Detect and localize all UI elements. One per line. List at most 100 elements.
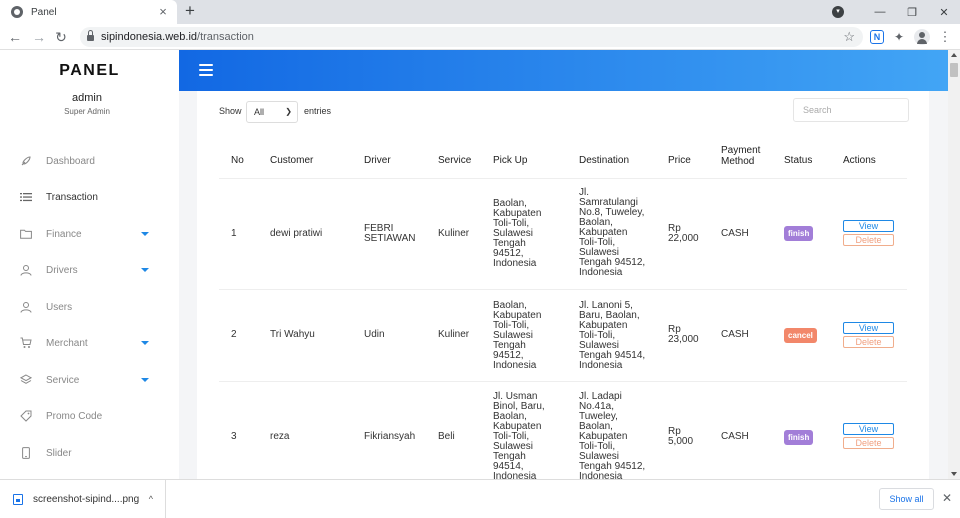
- page-scrollbar[interactable]: [948, 50, 960, 479]
- sidebar-item-users[interactable]: Users: [0, 295, 179, 319]
- image-file-icon: [13, 493, 23, 505]
- sidebar-item-dashboard[interactable]: Dashboard: [0, 149, 179, 173]
- column-header-status[interactable]: Status: [784, 155, 812, 166]
- url-host: sipindonesia.web.id: [101, 31, 198, 43]
- column-header-service[interactable]: Service: [438, 155, 471, 166]
- scroll-down-arrow-icon[interactable]: [951, 472, 957, 476]
- chevron-down-icon: [141, 378, 149, 382]
- sidebar-item-slider[interactable]: Slider: [0, 441, 179, 465]
- column-header-actions: Actions: [843, 155, 876, 166]
- minimize-button[interactable]: —: [864, 6, 896, 18]
- download-item[interactable]: screenshot-sipind....png ^: [0, 480, 166, 518]
- cell-payment: CASH: [721, 329, 749, 340]
- column-header-payment-method[interactable]: Payment Method: [721, 145, 760, 167]
- search-input[interactable]: Search: [793, 98, 909, 122]
- bookmark-star-icon[interactable]: ☆: [843, 29, 855, 45]
- forward-button[interactable]: →: [30, 28, 48, 46]
- rocket-icon: [19, 154, 33, 168]
- url-field[interactable]: sipindonesia.web.id/transaction ☆: [80, 27, 863, 47]
- globe-icon: [11, 6, 23, 18]
- status-badge: cancel: [784, 328, 817, 343]
- show-all-button[interactable]: Show all: [879, 488, 934, 510]
- close-window-button[interactable]: ✕: [928, 6, 960, 19]
- scroll-up-arrow-icon[interactable]: [951, 53, 957, 57]
- delete-button[interactable]: Delete: [843, 234, 894, 246]
- cell-payment: CASH: [721, 228, 749, 239]
- cell-pickup: Jl. Usman Binol, Baru, Baolan, Kabupaten…: [493, 391, 545, 480]
- column-header-price[interactable]: Price: [668, 155, 691, 166]
- sidebar-item-drivers[interactable]: Drivers: [0, 258, 179, 282]
- entries-label: entries: [304, 106, 332, 116]
- close-tab-icon[interactable]: ×: [156, 5, 170, 19]
- delete-button[interactable]: Delete: [843, 437, 894, 449]
- new-tab-button[interactable]: +: [181, 2, 199, 20]
- cell-driver: Udin: [364, 329, 385, 340]
- column-header-pickup[interactable]: Pick Up: [493, 155, 527, 166]
- user-role: Super Admin: [64, 107, 110, 116]
- folder-icon: [19, 227, 33, 241]
- sidebar-item-label: Users: [46, 301, 73, 313]
- cell-no: 2: [231, 329, 237, 340]
- chevron-up-icon[interactable]: ^: [149, 494, 153, 504]
- sidebar-item-finance[interactable]: Finance: [0, 222, 179, 246]
- delete-button[interactable]: Delete: [843, 336, 894, 348]
- extension-n-icon[interactable]: N: [870, 30, 884, 44]
- sidebar-item-label: Transaction: [46, 191, 98, 203]
- downloads-bar: screenshot-sipind....png ^ Show all ✕: [0, 479, 960, 518]
- sidebar-item-service[interactable]: Service: [0, 368, 179, 392]
- back-button[interactable]: ←: [6, 28, 24, 46]
- tab-title: Panel: [31, 6, 57, 18]
- hamburger-menu-icon[interactable]: [199, 64, 213, 76]
- drivers-icon: [19, 263, 33, 277]
- cell-pickup: Baolan, Kabupaten Toli-Toli, Sulawesi Te…: [493, 198, 542, 269]
- view-button[interactable]: View: [843, 322, 894, 334]
- column-header-no[interactable]: No: [231, 155, 244, 166]
- sidebar-item-merchant[interactable]: Merchant: [0, 331, 179, 355]
- window-controls: ▾ — ❐ ✕: [832, 0, 960, 24]
- tab-search-button[interactable]: ▾: [832, 6, 844, 18]
- sidebar-item-label: Promo Code: [46, 410, 103, 422]
- sidebar-item-transaction[interactable]: Transaction: [0, 185, 179, 209]
- cell-customer: dewi pratiwi: [270, 228, 323, 239]
- restore-button[interactable]: ❐: [896, 6, 928, 19]
- sidebar-item-label: Merchant: [46, 337, 88, 349]
- sidebar-item-promo-code[interactable]: Promo Code: [0, 404, 179, 428]
- browser-tab[interactable]: Panel ×: [0, 0, 177, 24]
- column-header-customer[interactable]: Customer: [270, 155, 313, 166]
- entries-select[interactable]: All ❯: [246, 101, 298, 123]
- column-header-driver[interactable]: Driver: [364, 155, 391, 166]
- cell-service: Kuliner: [438, 228, 470, 239]
- scrollbar-thumb[interactable]: [950, 63, 958, 77]
- url-path: /transaction: [197, 31, 254, 43]
- view-button[interactable]: View: [843, 220, 894, 232]
- cell-driver: Fikriansyah: [364, 431, 416, 442]
- brand-logo[interactable]: PANEL: [0, 62, 179, 80]
- profile-avatar[interactable]: [914, 29, 930, 45]
- cell-service: Beli: [438, 431, 455, 442]
- chevron-down-icon: [141, 232, 149, 236]
- sidebar-item-label: Dashboard: [46, 155, 95, 167]
- reload-button[interactable]: ↻: [52, 28, 70, 46]
- row-divider: [219, 289, 907, 290]
- layers-icon: [19, 373, 33, 387]
- download-file-name: screenshot-sipind....png: [33, 493, 140, 505]
- close-downloads-icon[interactable]: ✕: [942, 491, 952, 505]
- row-divider: [219, 381, 907, 382]
- cell-destination: Jl. Samratulangi No.8, Tuweley, Baolan, …: [579, 187, 646, 278]
- show-label: Show: [219, 106, 242, 116]
- browser-tabstrip: Panel × + ▾ — ❐ ✕: [0, 0, 960, 24]
- lock-icon[interactable]: [87, 30, 94, 41]
- view-button[interactable]: View: [843, 423, 894, 435]
- cell-customer: reza: [270, 431, 290, 442]
- status-badge: finish: [784, 430, 814, 445]
- extensions-puzzle-icon[interactable]: ✦: [891, 29, 907, 45]
- cell-no: 3: [231, 431, 237, 442]
- cell-price: Rp 22,000: [668, 223, 699, 244]
- users-icon: [19, 300, 33, 314]
- cell-price: Rp 23,000: [668, 324, 699, 345]
- cell-driver: FEBRI SETIAWAN: [364, 223, 416, 244]
- sidebar-item-label: Service: [46, 374, 80, 386]
- browser-menu-icon[interactable]: ⋮: [937, 29, 953, 45]
- column-header-destination[interactable]: Destination: [579, 155, 629, 166]
- cell-destination: Jl. Ladapi No.41a, Tuweley, Baolan, Kabu…: [579, 391, 646, 480]
